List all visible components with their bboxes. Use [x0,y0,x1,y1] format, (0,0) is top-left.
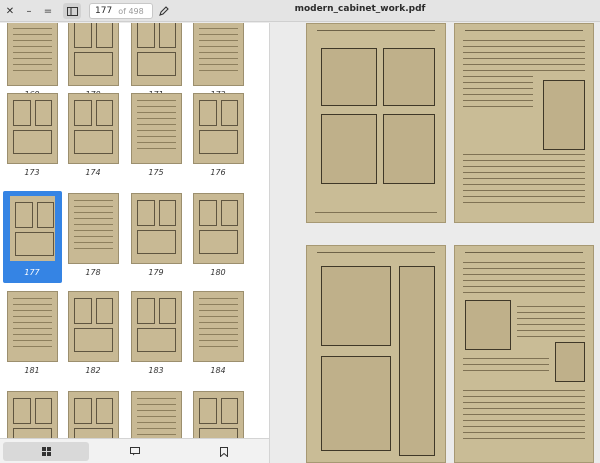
thumbnail-page-label: 183 [148,366,164,375]
document-view[interactable] [271,23,600,463]
thumbnail-page-label: 178 [85,268,101,277]
document-title: modern_cabinet_work.pdf [294,4,426,14]
page-thumbnail[interactable] [68,93,119,164]
close-icon[interactable]: ✕ [3,3,17,19]
page-thumbnail[interactable] [193,93,244,164]
page-thumbnail[interactable] [7,291,58,362]
page-thumbnail[interactable] [68,291,119,362]
page-number-entry[interactable]: 177 of 498 [89,3,153,19]
page-178 [454,23,594,223]
thumbnail-page-label: 182 [85,366,101,375]
page-count-label: of 498 [118,6,144,16]
page-thumbnail[interactable] [131,23,182,86]
page-thumbnail[interactable] [7,23,58,86]
pencil-icon [159,6,169,16]
current-page-value[interactable]: 177 [95,6,112,16]
page-thumbnail[interactable] [193,291,244,362]
grid-thumbnails-icon [41,447,51,456]
page-thumbnail[interactable] [7,93,58,164]
thumbnail-page-label: 173 [24,168,40,177]
header-bar: ✕ – = 177 of 498 modern_cabinet_work.pdf [0,0,600,22]
thumbnail-page-label: 177 [24,268,40,277]
thumbnail-page-label: 184 [210,366,226,375]
maximize-icon[interactable]: = [41,3,55,19]
annotate-button[interactable] [156,3,172,19]
thumbnail-page-label: 181 [24,366,40,375]
outline-annotations-icon [130,447,140,456]
page-179 [306,245,446,463]
page-thumbnail[interactable] [131,93,182,164]
thumbnail-page-label: 179 [148,268,164,277]
tab-annotations[interactable] [92,442,178,461]
minimize-icon[interactable]: – [22,3,36,19]
sidebar-toggle-button[interactable] [63,3,81,19]
page-177 [306,23,446,223]
page-thumbnail[interactable] [131,193,182,264]
page-thumbnail[interactable] [193,23,244,86]
tab-thumbnails[interactable] [3,442,89,461]
thumbnail-page-label: 176 [210,168,226,177]
thumbnail-page-label: 174 [85,168,101,177]
tab-bookmarks[interactable] [181,442,267,461]
page-thumbnail[interactable] [193,193,244,264]
page-thumbnail[interactable] [68,193,119,264]
sidebar-icon [66,6,78,16]
bookmark-icon [220,446,228,457]
thumbnail-page-label: 180 [210,268,226,277]
document-viewer-window: ✕ – = 177 of 498 modern_cabinet_work.pdf… [0,0,600,463]
page-thumbnail[interactable] [7,193,58,264]
thumbnail-sidebar[interactable]: 1691701711721731741751761771781791801811… [0,23,270,463]
page-thumbnail[interactable] [68,23,119,86]
thumbnail-page-label: 175 [148,168,164,177]
page-thumbnail[interactable] [131,291,182,362]
sidebar-tab-bar [0,438,269,463]
page-180 [454,245,594,463]
